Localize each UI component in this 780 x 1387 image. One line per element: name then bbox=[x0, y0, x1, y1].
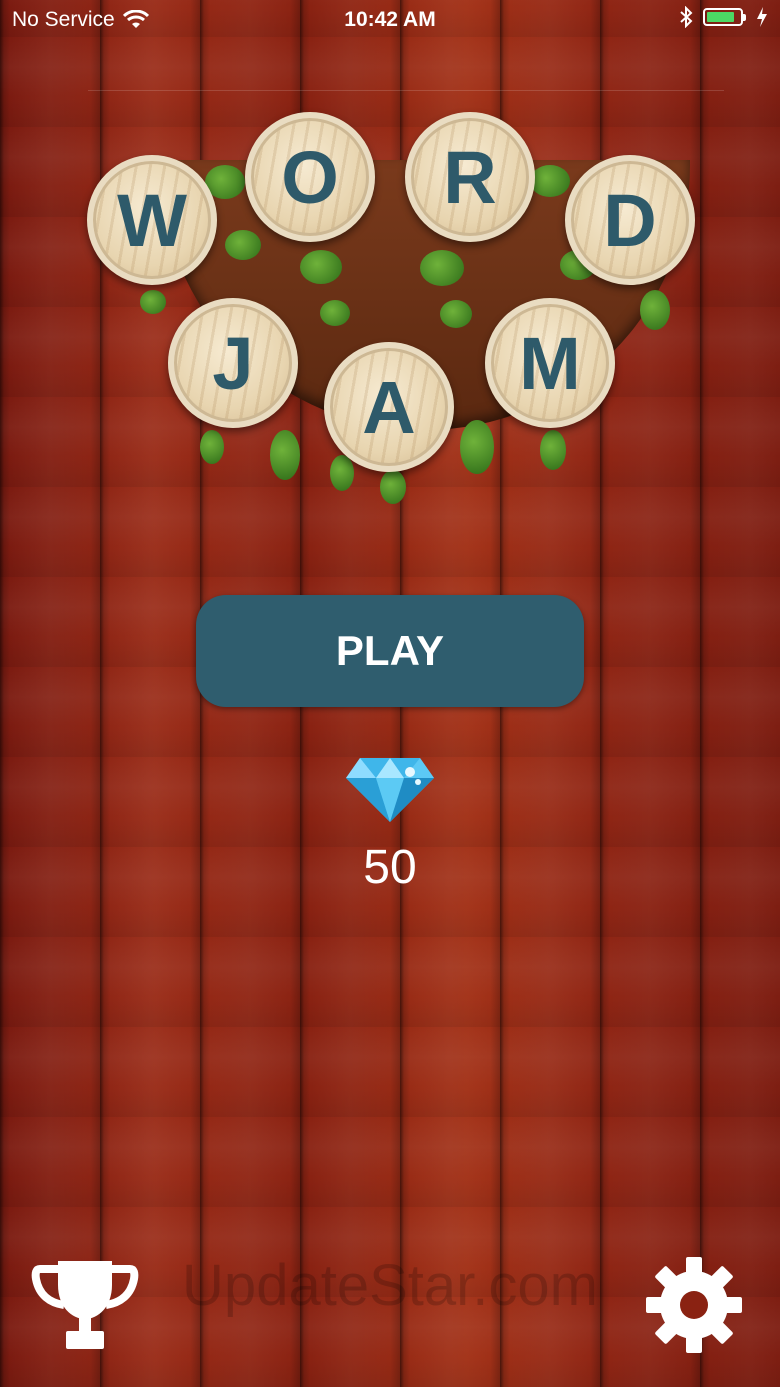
vine-leaf bbox=[330, 455, 354, 491]
letter-o: O bbox=[281, 135, 339, 219]
letter-r: R bbox=[443, 135, 497, 219]
vine-leaf bbox=[300, 250, 342, 284]
word-jam-logo: W O R D J A M bbox=[0, 0, 780, 520]
trophy-icon[interactable] bbox=[30, 1255, 140, 1355]
letter-d: D bbox=[603, 178, 657, 262]
letter-tile-d: D bbox=[565, 155, 695, 285]
vine-leaf bbox=[420, 250, 464, 286]
vine-leaf bbox=[320, 300, 350, 326]
letter-tile-m: M bbox=[485, 298, 615, 428]
vine-leaf bbox=[440, 300, 472, 328]
diamond-icon bbox=[346, 758, 434, 822]
letter-a: A bbox=[362, 365, 416, 449]
letter-j: J bbox=[212, 321, 254, 405]
gem-count: 50 bbox=[363, 841, 417, 894]
letter-tile-r: R bbox=[405, 112, 535, 242]
letter-tile-o: O bbox=[245, 112, 375, 242]
vine-leaf bbox=[530, 165, 570, 197]
play-button[interactable]: PLAY bbox=[196, 595, 584, 707]
vine-leaf bbox=[380, 470, 406, 504]
vine-leaf bbox=[270, 430, 300, 480]
letter-tile-a: A bbox=[324, 342, 454, 472]
vine-leaf bbox=[140, 290, 166, 314]
vine-leaf bbox=[225, 230, 261, 260]
gear-icon[interactable] bbox=[644, 1255, 744, 1355]
letter-w: W bbox=[117, 178, 187, 262]
vine-leaf bbox=[200, 430, 224, 464]
letter-m: M bbox=[519, 321, 581, 405]
vine-leaf bbox=[540, 430, 566, 470]
letter-tile-w: W bbox=[87, 155, 217, 285]
vine-leaf bbox=[460, 420, 494, 474]
vine-leaf bbox=[640, 290, 670, 330]
letter-tile-j: J bbox=[168, 298, 298, 428]
